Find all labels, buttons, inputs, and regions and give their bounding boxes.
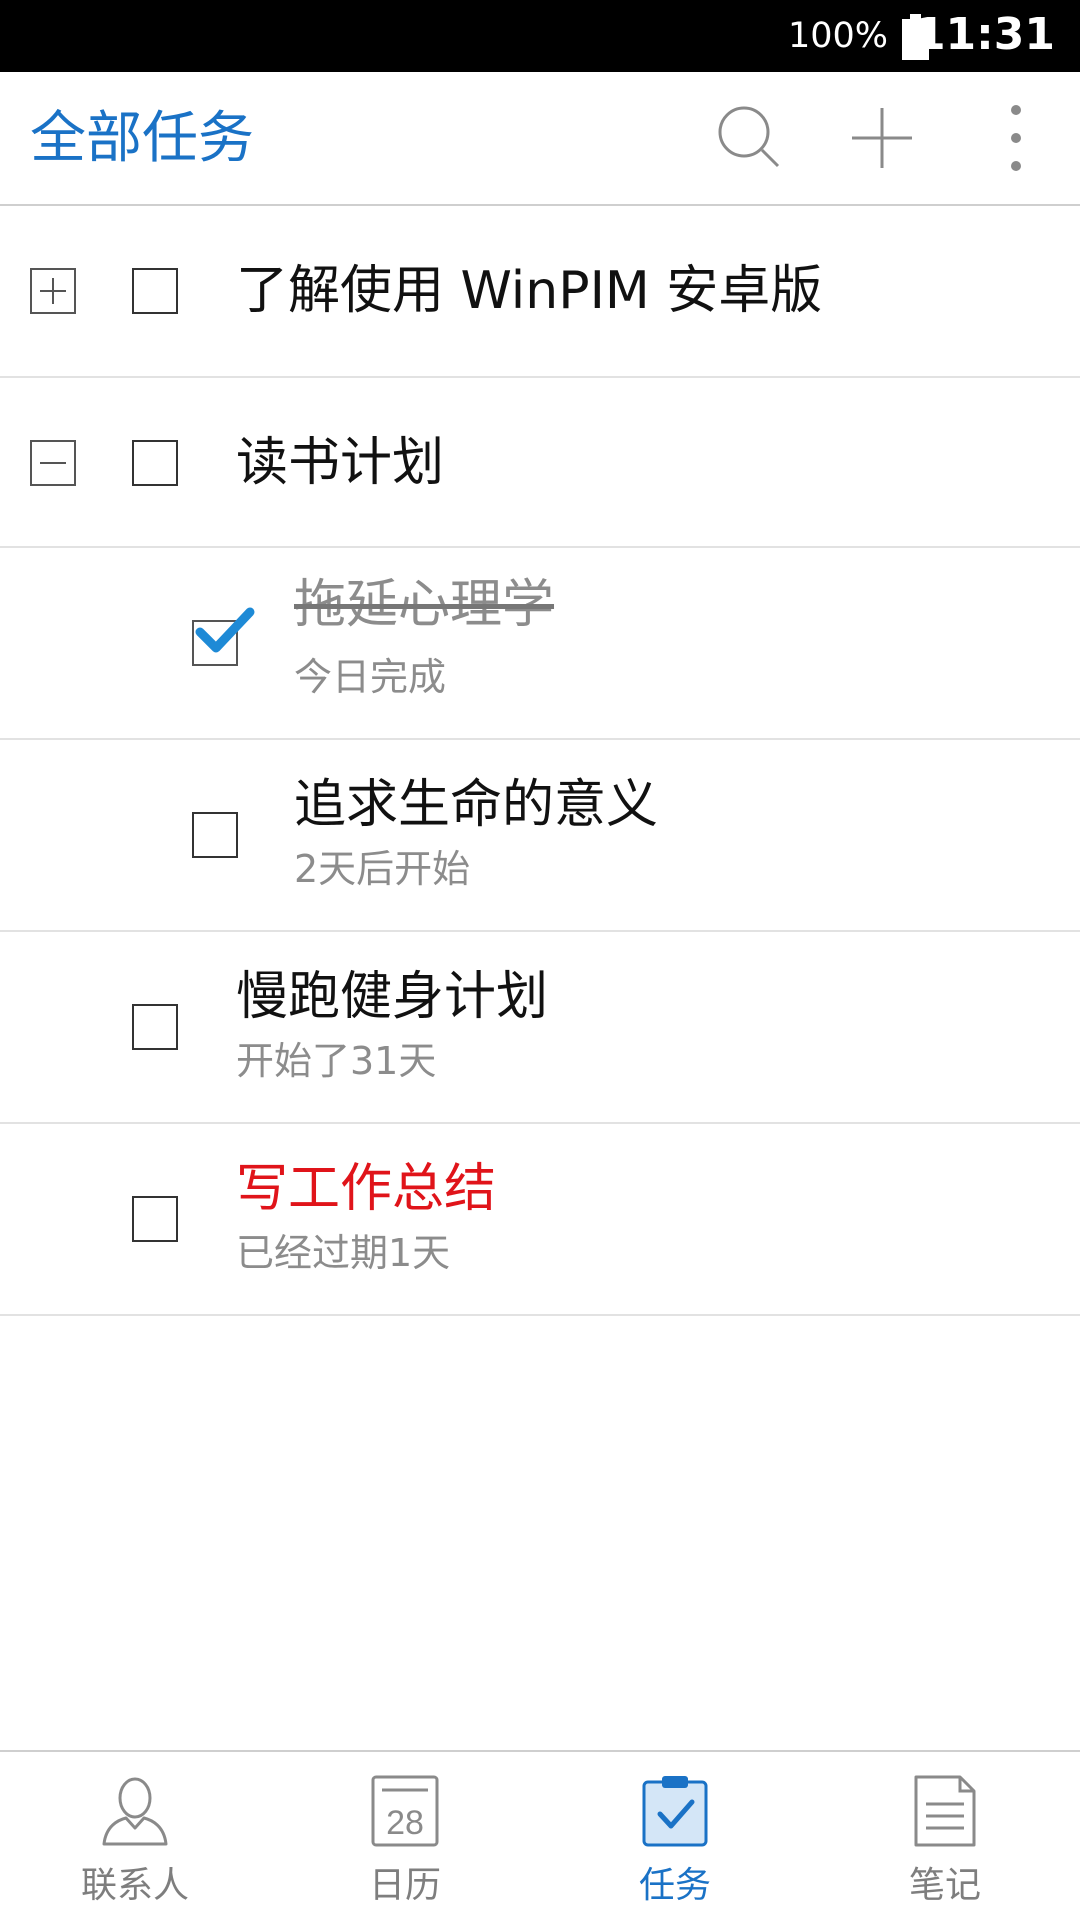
task-title: 读书计划 [236, 433, 445, 493]
task-checkbox[interactable] [132, 268, 178, 314]
task-status: 开始了31天 [236, 1039, 437, 1083]
search-button[interactable] [712, 100, 788, 176]
app-bar: 全部任务 [0, 72, 1080, 206]
page-title[interactable]: 全部任务 [30, 106, 254, 172]
status-bar: 100% 11:31 [0, 0, 1080, 72]
screen: 100% 11:31 全部任务 了解使用 WinPIM 安卓版 读书计划 拖延心… [0, 0, 1080, 1920]
task-checkbox[interactable] [132, 1196, 178, 1242]
task-status: 已经过期1天 [236, 1231, 451, 1275]
task-row[interactable]: 了解使用 WinPIM 安卓版 [0, 206, 1080, 378]
tasks-icon [642, 1776, 708, 1847]
task-status: 2天后开始 [294, 847, 471, 891]
expand-button[interactable] [30, 268, 76, 314]
nav-label: 日历 [368, 1865, 441, 1906]
task-title: 追求生命的意义 [294, 775, 659, 835]
add-icon [852, 108, 912, 168]
nav-notes[interactable]: 笔记 [810, 1752, 1080, 1920]
checkmark-icon [195, 607, 255, 653]
clock: 11:31 [914, 9, 1055, 60]
task-checkbox[interactable] [132, 1004, 178, 1050]
more-vert-icon [1011, 105, 1021, 171]
task-status: 今日完成 [294, 655, 447, 699]
task-title: 写工作总结 [236, 1159, 497, 1219]
battery-percentage: 100% [787, 16, 888, 56]
nav-calendar[interactable]: 28 日历 [270, 1752, 540, 1920]
task-row[interactable]: 读书计划 [0, 378, 1080, 548]
nav-label: 笔记 [908, 1865, 981, 1906]
task-title: 拖延心理学 [294, 575, 555, 635]
calendar-day: 28 [386, 1804, 424, 1842]
calendar-icon: 28 [371, 1775, 439, 1847]
search-icon [718, 106, 780, 168]
task-checkbox[interactable] [132, 440, 178, 486]
task-row[interactable]: 慢跑健身计划 开始了31天 [0, 932, 1080, 1124]
minus-icon [40, 462, 66, 464]
nav-contacts[interactable]: 联系人 [0, 1752, 270, 1920]
task-row[interactable]: 写工作总结 已经过期1天 [0, 1124, 1080, 1316]
task-checkbox-checked[interactable] [192, 607, 255, 666]
contacts-icon [102, 1777, 168, 1846]
bottom-navigation: 联系人 28 日历 任务 笔记 [0, 1750, 1080, 1920]
task-title: 慢跑健身计划 [236, 967, 549, 1027]
add-task-button[interactable] [844, 100, 920, 176]
nav-tasks[interactable]: 任务 [540, 1752, 810, 1920]
task-title: 了解使用 WinPIM 安卓版 [236, 261, 823, 321]
task-checkbox[interactable] [192, 812, 238, 858]
nav-label: 任务 [638, 1865, 711, 1906]
nav-label: 联系人 [80, 1865, 189, 1906]
notes-icon [914, 1775, 976, 1847]
task-row[interactable]: 拖延心理学 今日完成 [0, 548, 1080, 740]
more-options-button[interactable] [976, 100, 1056, 176]
task-row[interactable]: 追求生命的意义 2天后开始 [0, 740, 1080, 932]
collapse-button[interactable] [30, 440, 76, 486]
